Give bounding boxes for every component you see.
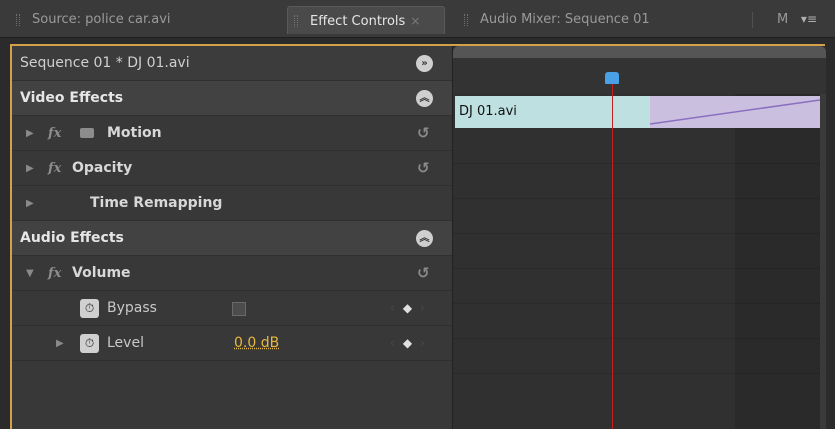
time-ruler[interactable] <box>453 46 826 58</box>
tab-grip-icon <box>294 15 298 27</box>
clip-bar[interactable]: DJ 01.avi <box>455 96 650 128</box>
audio-effects-title: Audio Effects <box>20 230 124 246</box>
video-effects-title: Video Effects <box>20 90 124 106</box>
collapse-audio-effects-icon[interactable]: ︽ <box>416 230 433 247</box>
param-label-bypass: Bypass <box>107 300 157 316</box>
effect-row-motion[interactable]: ▶ fx Motion ↺ <box>12 116 452 151</box>
expand-triangle-icon[interactable]: ▶ <box>26 116 34 151</box>
close-icon[interactable]: × <box>410 14 420 28</box>
audio-effects-header: Audio Effects ︽ <box>12 221 452 256</box>
param-row-bypass: ⏱ Bypass ‹◆› <box>12 291 452 326</box>
reset-icon[interactable]: ↺ <box>417 116 430 151</box>
tab-source-label: Source: police car.avi <box>32 12 171 27</box>
tab-audio-mixer[interactable]: Audio Mixer: Sequence 01 <box>458 6 743 34</box>
add-keyframe-icon[interactable]: ◆ <box>403 336 420 350</box>
panel-tab-bar: Source: police car.avi Effect Controls × … <box>0 0 835 38</box>
playhead-handle-icon[interactable] <box>605 72 619 84</box>
add-keyframe-icon[interactable]: ◆ <box>403 301 420 315</box>
effect-row-time-remapping[interactable]: ▶ Time Remapping <box>12 186 452 221</box>
stopwatch-icon[interactable]: ⏱ <box>80 299 99 318</box>
sequence-label: Sequence 01 * DJ 01.avi <box>20 55 190 71</box>
sequence-row: Sequence 01 * DJ 01.avi » <box>12 46 452 81</box>
expand-triangle-icon[interactable]: ▶ <box>26 151 34 186</box>
out-of-range-shade <box>735 94 820 429</box>
tab-source[interactable]: Source: police car.avi <box>10 6 280 34</box>
panel-menu-icon[interactable]: ▾≡ <box>801 12 817 26</box>
time-ruler-band[interactable] <box>453 58 826 94</box>
effect-row-volume[interactable]: ▼ fx Volume ↺ <box>12 256 452 291</box>
tab-divider <box>752 12 753 28</box>
effect-label-time-remapping: Time Remapping <box>90 195 223 211</box>
motion-transform-icon[interactable] <box>80 128 94 138</box>
level-value[interactable]: 0.0 dB <box>234 326 279 361</box>
effect-label-volume: Volume <box>72 265 131 281</box>
effect-timeline: DJ 01.avi <box>452 46 826 429</box>
playhead-line[interactable] <box>612 84 613 429</box>
reset-icon[interactable]: ↺ <box>417 151 430 186</box>
keyframe-navigator[interactable]: ‹◆› <box>390 326 433 361</box>
fx-toggle-icon[interactable]: fx <box>48 256 61 291</box>
tab-grip-icon <box>16 14 20 26</box>
tab-effect-controls-label: Effect Controls <box>310 14 406 29</box>
fx-toggle-icon[interactable]: fx <box>48 116 61 151</box>
effect-label-opacity: Opacity <box>72 160 133 176</box>
transition-line <box>650 99 820 125</box>
effect-list: Sequence 01 * DJ 01.avi » Video Effects … <box>12 46 452 429</box>
effect-row-opacity[interactable]: ▶ fx Opacity ↺ <box>12 151 452 186</box>
param-label-level: Level <box>107 335 144 351</box>
effect-label-motion: Motion <box>107 125 162 141</box>
tab-audio-mixer-label: Audio Mixer: Sequence 01 <box>480 12 650 27</box>
param-row-level: ▶ ⏱ Level 0.0 dB ‹◆› <box>12 326 452 361</box>
expand-triangle-icon[interactable]: ▶ <box>56 326 64 361</box>
vertical-scrollbar[interactable] <box>820 94 826 429</box>
tab-more[interactable]: M <box>755 6 789 34</box>
fx-toggle-icon[interactable]: fx <box>48 151 61 186</box>
stopwatch-icon[interactable]: ⏱ <box>80 334 99 353</box>
keyframe-navigator[interactable]: ‹◆› <box>390 291 433 326</box>
expand-triangle-icon[interactable]: ▶ <box>26 186 34 221</box>
reset-icon[interactable]: ↺ <box>417 256 430 291</box>
bypass-checkbox[interactable] <box>232 302 246 316</box>
tab-more-label: M <box>777 12 789 27</box>
adjacent-clip-bar[interactable] <box>650 96 820 128</box>
tab-effect-controls[interactable]: Effect Controls × <box>287 6 445 34</box>
tab-grip-icon <box>464 14 468 26</box>
show-hide-timeline-icon[interactable]: » <box>416 55 433 72</box>
collapse-triangle-icon[interactable]: ▼ <box>26 256 34 291</box>
video-effects-header: Video Effects ︽ <box>12 81 452 116</box>
collapse-video-effects-icon[interactable]: ︽ <box>416 90 433 107</box>
